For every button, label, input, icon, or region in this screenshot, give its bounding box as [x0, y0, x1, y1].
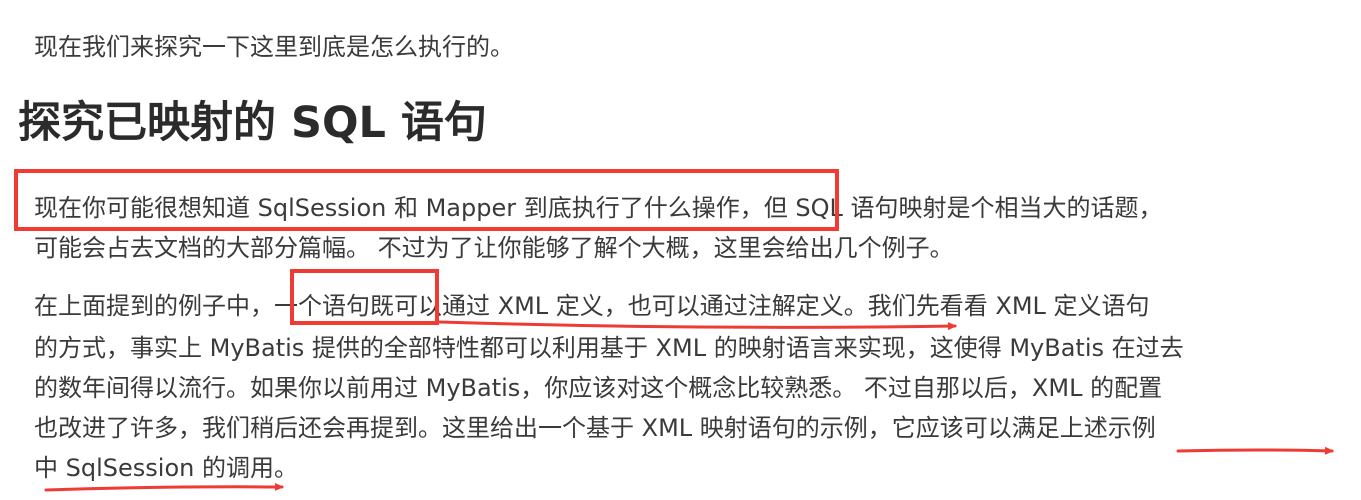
underline-arrow-sqlsession-call [44, 482, 284, 492]
underline-arrow-example-end [1176, 446, 1334, 455]
intro-text: 现在我们来探究一下这里到底是怎么执行的。 [34, 33, 514, 61]
paragraph-1-line-1: 现在你可能很想知道 SqlSession 和 Mapper 到底执行了什么操作，… [34, 194, 1163, 222]
paragraph-1-line-2: 可能会占去文档的大部分篇幅。 不过为了让你能够了解个大概，这里会给出几个例子。 [34, 234, 954, 262]
paragraph-2-line-2: 的方式，事实上 MyBatis 提供的全部特性都可以利用基于 XML 的映射语言… [34, 334, 1184, 362]
paragraph-2-line-5: 中 SqlSession 的调用。 [34, 454, 298, 482]
section-heading: 探究已映射的 SQL 语句 [18, 98, 487, 148]
underline-arrow-xml-annotation [438, 320, 957, 331]
paragraph-2-line-4: 也改进了许多，我们稍后还会再提到。这里给出一个基于 XML 映射语句的示例，它应… [34, 414, 1156, 442]
paragraph-2-line-1: 在上面提到的例子中，一个语句既可以通过 XML 定义，也可以通过注解定义。我们先… [34, 292, 1150, 320]
paragraph-2-line-3: 的数年间得以流行。如果你以前用过 MyBatis，你应该对这个概念比较熟悉。 不… [34, 374, 1163, 402]
